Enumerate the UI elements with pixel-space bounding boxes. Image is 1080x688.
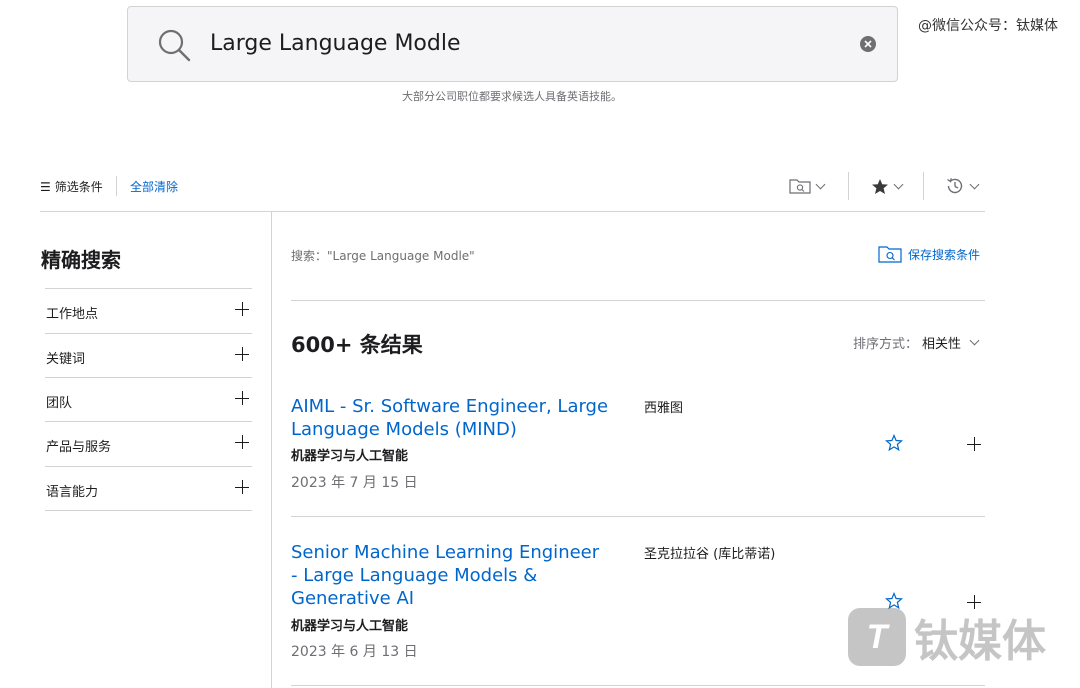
search-input[interactable]: Large Language Modle: [210, 31, 461, 56]
expand-plus-icon[interactable]: [235, 435, 249, 449]
list-icon: ☰: [40, 180, 51, 194]
facet-products-services[interactable]: 产品与服务: [45, 421, 252, 465]
facet-keyword[interactable]: 关键词: [45, 333, 252, 377]
job-date: 2023 年 6 月 13 日: [291, 644, 418, 660]
toolbar-divider: [923, 172, 924, 200]
folder-search-icon: [878, 246, 902, 263]
facet-label: 产品与服务: [46, 440, 112, 455]
facet-location[interactable]: 工作地点: [45, 288, 252, 332]
expand-plus-icon[interactable]: [235, 347, 249, 361]
save-search-label: 保存搜索条件: [908, 247, 981, 262]
save-search-button[interactable]: 保存搜索条件: [878, 244, 980, 264]
job-title-link[interactable]: AIML - Sr. Software Engineer, Large Lang…: [291, 395, 611, 441]
facet-label: 团队: [46, 396, 73, 411]
filter-toggle-button[interactable]: ☰ 筛选条件: [40, 178, 103, 195]
job-divider: [291, 516, 985, 517]
job-location: 圣克拉拉谷 (库比蒂诺): [644, 547, 776, 562]
sidebar-divider-line: [271, 212, 272, 688]
search-hint: 大部分公司职位都要求候选人具备英语技能。: [402, 90, 622, 103]
expand-plus-icon[interactable]: [235, 480, 249, 494]
expand-plus-icon[interactable]: [235, 391, 249, 405]
favorite-star-icon[interactable]: [885, 434, 903, 452]
watermark-logo-letter: T: [866, 617, 888, 656]
facet-label: 工作地点: [46, 307, 99, 322]
sort-label: 排序方式：: [852, 337, 918, 352]
clear-all-link[interactable]: 全部清除: [130, 178, 178, 195]
sidebar-title: 精确搜索: [41, 248, 121, 272]
job-title-link[interactable]: Senior Machine Learning Engineer - Large…: [291, 541, 611, 610]
watermark-logo: T 钛媒体: [848, 606, 1062, 668]
clear-search-icon[interactable]: [859, 35, 877, 53]
filter-toggle-label: 筛选条件: [54, 180, 103, 194]
folder-search-icon: [788, 179, 811, 194]
facet-label: 语言能力: [46, 485, 99, 500]
sort-value: 相关性: [921, 337, 961, 352]
search-icon: [158, 29, 191, 62]
results-count: 600+ 条结果: [291, 333, 423, 357]
favorites-button[interactable]: [858, 172, 914, 200]
job-team: 机器学习与人工智能: [291, 619, 409, 634]
chevron-down-icon: [969, 179, 979, 189]
query-echo: 搜索："Large Language Modle": [291, 249, 475, 263]
chevron-down-icon: [815, 179, 825, 189]
results-toolbar: ☰ 筛选条件 全部清除: [40, 170, 985, 202]
history-button[interactable]: [933, 172, 989, 200]
facet-label: 关键词: [46, 352, 86, 367]
toolbar-divider: [848, 172, 849, 200]
chevron-down-icon: [969, 335, 980, 346]
facet-divider: [45, 510, 252, 511]
saved-searches-button[interactable]: [778, 172, 834, 200]
toolbar-divider-line: [40, 211, 985, 212]
job-team: 机器学习与人工智能: [291, 449, 409, 464]
job-date: 2023 年 7 月 15 日: [291, 475, 418, 491]
add-job-plus-icon[interactable]: [967, 437, 981, 451]
facet-team[interactable]: 团队: [45, 377, 252, 421]
search-box[interactable]: Large Language Modle: [127, 6, 898, 82]
history-clock-icon: [946, 178, 962, 194]
watermark-logo-mark: T: [848, 608, 906, 666]
star-filled-icon: [871, 178, 888, 194]
toolbar-divider: [116, 176, 117, 196]
expand-plus-icon[interactable]: [235, 302, 249, 316]
facet-language[interactable]: 语言能力: [45, 466, 252, 510]
watermark-text: @微信公众号：钛媒体: [918, 18, 1058, 34]
results-divider: [291, 300, 985, 301]
job-location: 西雅图: [644, 401, 684, 416]
job-divider: [291, 685, 985, 686]
watermark-logo-text: 钛媒体: [914, 616, 1046, 667]
sort-dropdown[interactable]: 排序方式： 相关性: [852, 333, 980, 352]
chevron-down-icon: [893, 179, 903, 189]
